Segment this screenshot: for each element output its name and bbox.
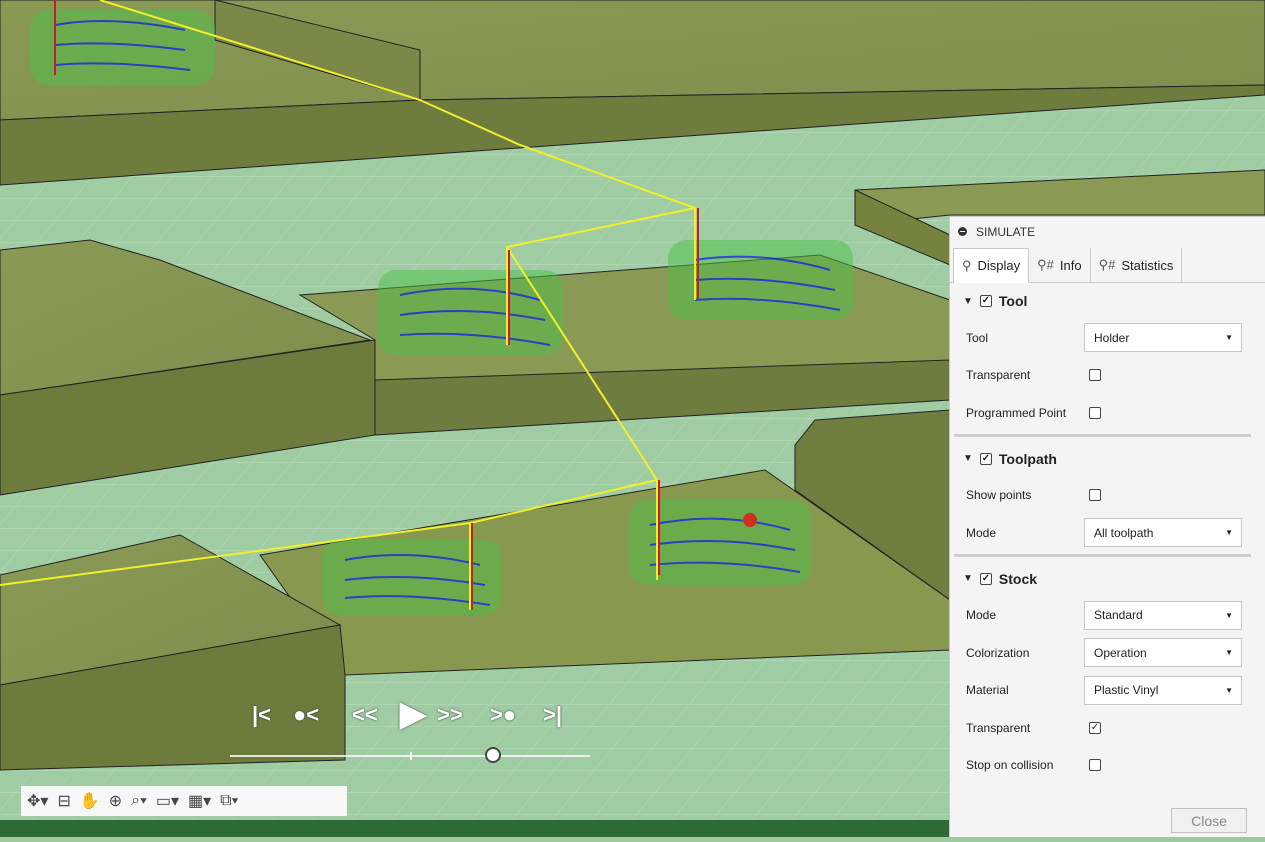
tab-display[interactable]: ⚲ Display: [953, 248, 1030, 283]
dropdown-arrow-icon: ▼: [1225, 610, 1233, 620]
show-points-checkbox[interactable]: [1089, 489, 1101, 502]
pocket-middle: [378, 270, 563, 355]
next-operation-icon[interactable]: >●: [490, 702, 516, 728]
dropdown-arrow-icon: ▼: [1225, 528, 1233, 538]
material-label: Material: [966, 683, 1009, 698]
show-points-label: Show points: [966, 488, 1032, 503]
section-divider: [954, 553, 1251, 557]
toolpath-mode-value: All toolpath: [1094, 525, 1154, 540]
tab-statistics[interactable]: ⚲# Statistics: [1091, 248, 1183, 282]
info-tool-icon: ⚲#: [1037, 257, 1054, 272]
tool-transparent-label: Transparent: [966, 368, 1031, 383]
toolpath-section-header[interactable]: ▼ ✓ Toolpath: [950, 441, 1265, 477]
stock-mode-select[interactable]: Standard ▼: [1084, 600, 1242, 630]
stock-transparent-checkbox[interactable]: ✓: [1089, 721, 1101, 734]
stop-on-collision-label: Stop on collision: [966, 758, 1054, 773]
collapse-triangle-icon[interactable]: ▼: [963, 573, 973, 584]
tool-section: ▼ ✓ Tool Tool Holder ▼ Transparent Progr…: [950, 283, 1265, 437]
stock-mode-label: Mode: [966, 608, 997, 623]
pocket-lower-left: [322, 540, 502, 615]
colorization-select[interactable]: Operation ▼: [1084, 638, 1242, 668]
stock-transparent-row: Transparent ✓: [950, 709, 1265, 747]
toolpath-section-checkbox[interactable]: ✓: [979, 452, 992, 465]
tool-row: Tool Holder ▼: [950, 319, 1265, 357]
zoom-icon[interactable]: ⊕: [109, 791, 122, 811]
tool-icon: ⚲: [962, 257, 972, 273]
stock-section-header[interactable]: ▼ ✓ Stock: [950, 561, 1265, 597]
toolpath-mode-row: Mode All toolpath ▼: [950, 514, 1265, 552]
tool-select-value: Holder: [1094, 330, 1130, 345]
colorization-row: Colorization Operation ▼: [950, 634, 1265, 672]
bottom-strip: [0, 820, 949, 837]
stock-transparent-label: Transparent: [966, 720, 1031, 735]
step-forward-icon[interactable]: >>: [437, 702, 463, 728]
orbit-icon[interactable]: ✥▾: [27, 791, 48, 811]
stock-mode-row: Mode Standard ▼: [950, 597, 1265, 635]
material-value: Plastic Vinyl: [1094, 683, 1159, 698]
tab-info[interactable]: ⚲# Info: [1029, 248, 1091, 282]
toolpath-section: ▼ ✓ Toolpath Show points Mode All toolpa…: [950, 441, 1265, 557]
view-cube-icon[interactable]: ⧉▾: [220, 792, 238, 810]
stock-section-checkbox[interactable]: ✓: [979, 572, 992, 585]
close-button[interactable]: Close: [1171, 808, 1247, 833]
playback-slider-handle[interactable]: [484, 747, 501, 763]
go-to-end-icon[interactable]: >|: [543, 702, 562, 728]
step-back-icon[interactable]: <<: [352, 702, 378, 728]
dropdown-arrow-icon: ▼: [1225, 333, 1233, 343]
material-row: Material Plastic Vinyl ▼: [950, 672, 1265, 710]
collapse-icon[interactable]: [958, 227, 967, 236]
show-points-row: Show points: [950, 477, 1265, 515]
tool-transparent-checkbox[interactable]: [1089, 369, 1101, 382]
pocket-top-left: [30, 10, 215, 85]
programmed-point-checkbox[interactable]: [1089, 406, 1101, 419]
tool-position-marker: [743, 513, 757, 527]
collapse-triangle-icon[interactable]: ▼: [963, 453, 973, 464]
tool-select[interactable]: Holder ▼: [1084, 323, 1242, 353]
stop-on-collision-row: Stop on collision: [950, 747, 1265, 785]
stop-on-collision-checkbox[interactable]: [1089, 759, 1101, 772]
tab-display-label: Display: [977, 258, 1021, 273]
stock-section-title: Stock: [998, 570, 1038, 587]
look-at-icon[interactable]: ⊟: [57, 791, 70, 811]
navigation-toolbar: ✥▾ ⊟ ✋ ⊕ ⌕▾ ▭▾ ▦▾ ⧉▾: [21, 786, 347, 816]
play-icon[interactable]: ▶: [400, 694, 426, 734]
tab-statistics-label: Statistics: [1121, 257, 1174, 273]
dropdown-arrow-icon: ▼: [1225, 685, 1233, 695]
programmed-point-label: Programmed Point: [966, 405, 1067, 420]
toolpath-mode-select[interactable]: All toolpath ▼: [1084, 518, 1242, 548]
panel-tabs: ⚲ Display ⚲# Info ⚲# Statistics: [950, 246, 1265, 283]
dropdown-arrow-icon: ▼: [1225, 648, 1233, 658]
tool-section-title: Tool: [998, 293, 1028, 309]
display-settings-icon[interactable]: ▭▾: [156, 791, 179, 811]
programmed-point-row: Programmed Point: [950, 394, 1265, 432]
go-to-start-icon[interactable]: |<: [252, 702, 271, 728]
colorization-value: Operation: [1094, 645, 1147, 660]
section-divider: [954, 433, 1251, 437]
tool-transparent-row: Transparent: [950, 357, 1265, 395]
grid-icon[interactable]: ▦▾: [188, 791, 211, 811]
panel-title: SIMULATE: [976, 224, 1036, 239]
fit-icon[interactable]: ⌕▾: [131, 792, 147, 810]
toolpath-mode-label: Mode: [966, 525, 997, 540]
previous-operation-icon[interactable]: ●<: [293, 702, 319, 728]
stock-mode-value: Standard: [1094, 608, 1143, 623]
tool-section-header[interactable]: ▼ ✓ Tool: [950, 283, 1265, 319]
pan-icon[interactable]: ✋: [80, 791, 100, 811]
stock-section: ▼ ✓ Stock Mode Standard ▼ Colorization O…: [950, 561, 1265, 785]
toolpath-section-title: Toolpath: [998, 450, 1057, 467]
statistics-tool-icon: ⚲#: [1098, 257, 1116, 272]
tool-label: Tool: [966, 330, 989, 345]
collapse-triangle-icon[interactable]: ▼: [963, 296, 973, 307]
panel-header: SIMULATE: [950, 217, 1265, 246]
colorization-label: Colorization: [966, 645, 1030, 660]
tab-info-label: Info: [1059, 257, 1082, 273]
material-select[interactable]: Plastic Vinyl ▼: [1084, 675, 1242, 705]
simulate-panel: SIMULATE ⚲ Display ⚲# Info ⚲# Statistics…: [949, 216, 1265, 837]
tool-section-checkbox[interactable]: ✓: [979, 295, 992, 307]
